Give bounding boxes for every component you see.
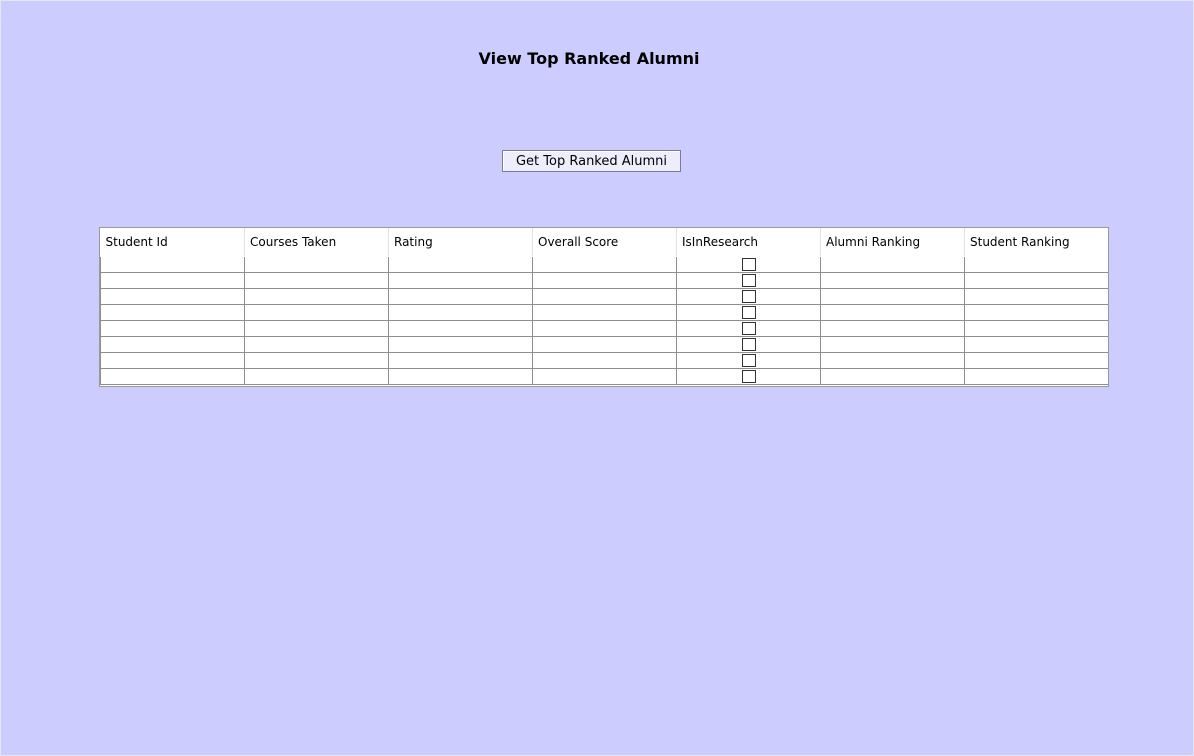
page-title: View Top Ranked Alumni <box>478 49 700 68</box>
overall-score-cell[interactable] <box>532 336 677 353</box>
rating-cell[interactable] <box>388 304 533 321</box>
isinresearch-checkbox[interactable] <box>741 290 756 303</box>
isinresearch-cell <box>676 368 821 385</box>
courses-taken-cell[interactable] <box>244 288 389 305</box>
table-row <box>100 288 1108 305</box>
student-ranking-cell[interactable] <box>964 288 1108 305</box>
student-id-cell[interactable] <box>100 352 245 369</box>
overall-score-cell[interactable] <box>532 272 677 289</box>
rating-cell[interactable] <box>388 288 533 305</box>
alumni-ranking-cell[interactable] <box>820 272 965 289</box>
rating-cell[interactable] <box>388 368 533 385</box>
column-header-student-id[interactable]: Student Id <box>100 228 245 257</box>
isinresearch-cell <box>676 304 821 321</box>
table-row <box>100 304 1108 321</box>
courses-taken-cell[interactable] <box>244 336 389 353</box>
student-id-cell[interactable] <box>100 368 245 385</box>
isinresearch-cell <box>676 256 821 273</box>
rating-cell[interactable] <box>388 336 533 353</box>
courses-taken-cell[interactable] <box>244 352 389 369</box>
student-ranking-cell[interactable] <box>964 352 1108 369</box>
alumni-table: Student Id Courses Taken Rating Overall … <box>99 227 1109 387</box>
alumni-ranking-cell[interactable] <box>820 256 965 273</box>
courses-taken-cell[interactable] <box>244 304 389 321</box>
column-header-courses-taken[interactable]: Courses Taken <box>244 228 389 257</box>
alumni-grid: Student Id Courses Taken Rating Overall … <box>100 228 1108 385</box>
isinresearch-checkbox[interactable] <box>741 338 756 351</box>
table-row <box>100 320 1108 337</box>
table-row <box>100 336 1108 353</box>
isinresearch-checkbox[interactable] <box>741 354 756 367</box>
isinresearch-cell <box>676 272 821 289</box>
page-background: View Top Ranked Alumni Get Top Ranked Al… <box>0 0 1194 756</box>
student-id-cell[interactable] <box>100 320 245 337</box>
overall-score-cell[interactable] <box>532 352 677 369</box>
isinresearch-cell <box>676 320 821 337</box>
alumni-ranking-cell[interactable] <box>820 288 965 305</box>
table-row <box>100 368 1108 385</box>
rating-cell[interactable] <box>388 256 533 273</box>
alumni-ranking-cell[interactable] <box>820 336 965 353</box>
column-header-student-ranking[interactable]: Student Ranking <box>964 228 1108 257</box>
table-header-row: Student Id Courses Taken Rating Overall … <box>100 228 1108 257</box>
courses-taken-cell[interactable] <box>244 320 389 337</box>
courses-taken-cell[interactable] <box>244 272 389 289</box>
table-row <box>100 352 1108 369</box>
column-header-overall-score[interactable]: Overall Score <box>532 228 677 257</box>
courses-taken-cell[interactable] <box>244 368 389 385</box>
isinresearch-cell <box>676 288 821 305</box>
table-row <box>100 256 1108 273</box>
get-top-ranked-alumni-button[interactable]: Get Top Ranked Alumni <box>502 150 681 172</box>
overall-score-cell[interactable] <box>532 256 677 273</box>
table-row <box>100 272 1108 289</box>
isinresearch-checkbox[interactable] <box>741 274 756 287</box>
column-header-rating[interactable]: Rating <box>388 228 533 257</box>
student-id-cell[interactable] <box>100 336 245 353</box>
column-header-isinresearch[interactable]: IsInResearch <box>676 228 821 257</box>
column-header-alumni-ranking[interactable]: Alumni Ranking <box>820 228 965 257</box>
student-id-cell[interactable] <box>100 256 245 273</box>
isinresearch-checkbox[interactable] <box>741 306 756 319</box>
student-ranking-cell[interactable] <box>964 320 1108 337</box>
alumni-ranking-cell[interactable] <box>820 352 965 369</box>
student-ranking-cell[interactable] <box>964 336 1108 353</box>
rating-cell[interactable] <box>388 352 533 369</box>
rating-cell[interactable] <box>388 272 533 289</box>
table-body <box>100 256 1108 385</box>
student-ranking-cell[interactable] <box>964 368 1108 385</box>
overall-score-cell[interactable] <box>532 288 677 305</box>
student-ranking-cell[interactable] <box>964 272 1108 289</box>
isinresearch-checkbox[interactable] <box>741 258 756 271</box>
alumni-ranking-cell[interactable] <box>820 368 965 385</box>
isinresearch-checkbox[interactable] <box>741 322 756 335</box>
student-id-cell[interactable] <box>100 304 245 321</box>
courses-taken-cell[interactable] <box>244 256 389 273</box>
isinresearch-checkbox[interactable] <box>741 370 756 383</box>
student-ranking-cell[interactable] <box>964 304 1108 321</box>
student-id-cell[interactable] <box>100 288 245 305</box>
alumni-ranking-cell[interactable] <box>820 320 965 337</box>
overall-score-cell[interactable] <box>532 320 677 337</box>
isinresearch-cell <box>676 352 821 369</box>
overall-score-cell[interactable] <box>532 368 677 385</box>
overall-score-cell[interactable] <box>532 304 677 321</box>
student-ranking-cell[interactable] <box>964 256 1108 273</box>
student-id-cell[interactable] <box>100 272 245 289</box>
rating-cell[interactable] <box>388 320 533 337</box>
isinresearch-cell <box>676 336 821 353</box>
alumni-ranking-cell[interactable] <box>820 304 965 321</box>
